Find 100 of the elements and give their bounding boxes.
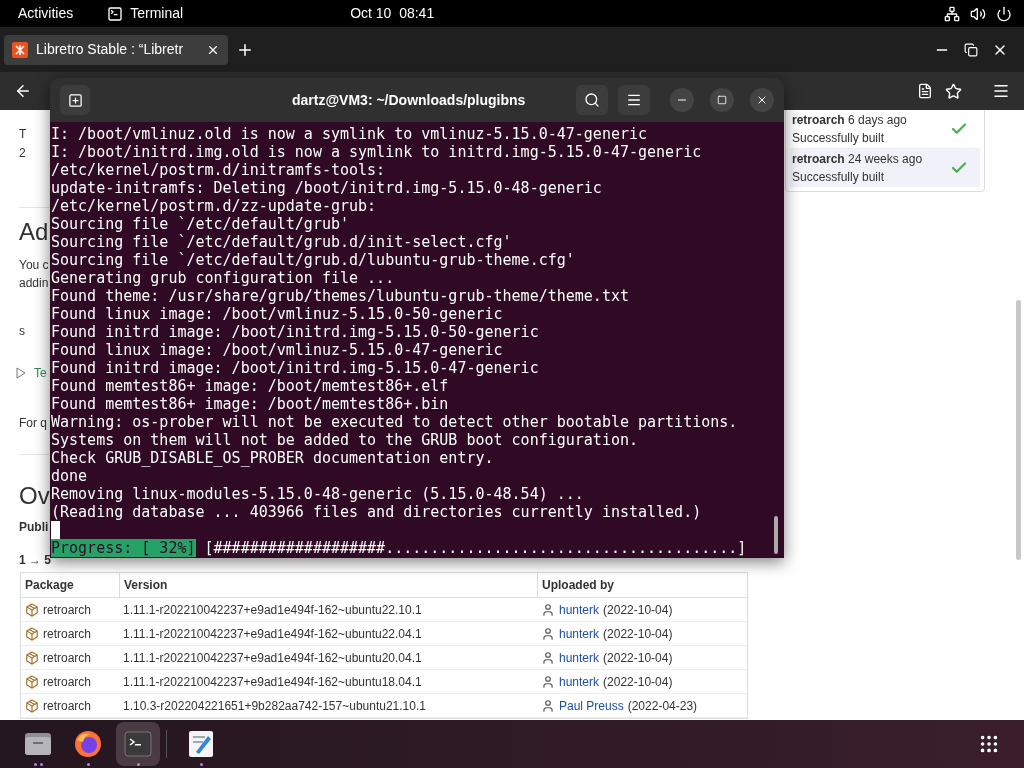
disclosure-triangle-icon[interactable] <box>16 367 26 379</box>
page-text: addin <box>19 275 49 292</box>
section-heading: Ad <box>19 217 49 247</box>
maximize-button[interactable] <box>710 88 734 112</box>
menu-button[interactable] <box>618 85 650 115</box>
column-header: Version <box>119 573 537 597</box>
uploader-link[interactable]: hunterk <box>559 600 600 619</box>
table-cell-text: retroarch <box>43 601 92 619</box>
package-icon <box>25 602 39 617</box>
terminal-line: Systems on them will not be added to the GRUB boot configuration. <box>51 431 638 449</box>
app-grid-icon[interactable] <box>978 733 1000 755</box>
menu-icon <box>626 92 642 108</box>
user-icon <box>541 698 555 713</box>
browser-tab[interactable]: Libretro Stable : “Libretr <box>4 34 228 65</box>
table-cell-text: retroarch <box>43 697 92 715</box>
page-text: s <box>19 323 25 340</box>
build-title: retroarch 6 days ago <box>792 112 908 130</box>
terminal-line: Sourcing file `/etc/default/grub' <box>51 215 349 233</box>
table-cell-text: (2022-10-04) <box>603 673 673 691</box>
terminal-line: Sourcing file `/etc/default/grub.d/lubuntu-grub-theme.cfg' <box>51 251 575 269</box>
user-icon <box>541 602 555 617</box>
app-menu[interactable]: Terminal <box>130 3 184 24</box>
column-header: Package <box>24 577 75 594</box>
close-button[interactable] <box>750 88 774 112</box>
site-icon <box>12 41 28 58</box>
terminal-line: /etc/kernel/postrm.d/initramfs-tools: <box>51 161 386 179</box>
close-icon <box>756 94 768 106</box>
table-cell-text: 1.10.3-r202204221651+9b282aa742-157~ubuntu21.10.1 <box>122 697 427 715</box>
uploader-link[interactable]: hunterk <box>559 624 600 643</box>
clock[interactable]: Oct 10 08:41 <box>350 3 435 24</box>
uploader-link[interactable]: hunterk <box>559 648 600 667</box>
activities-button[interactable]: Activities <box>18 3 74 24</box>
table-cell-text: 1.11.1-r202210042237+e9ad1e494f-162~ubuntu22.04.1 <box>122 625 423 643</box>
package-icon <box>25 626 39 641</box>
progress-bar-text: [###################.......................................] <box>203 539 747 557</box>
terminal-line: (Reading database ... 403966 files and directories currently installed.) <box>51 503 702 521</box>
browser-icon <box>74 730 102 758</box>
package-icon <box>25 650 39 665</box>
power-icon[interactable] <box>996 5 1012 22</box>
search-icon <box>584 92 600 108</box>
table-cell-text: (2022-10-04) <box>603 601 673 619</box>
search-button[interactable] <box>576 85 608 115</box>
network-icon[interactable] <box>944 5 960 22</box>
package-icon <box>25 698 39 713</box>
terminal-scrollbar[interactable] <box>774 516 778 554</box>
page-text: Publi <box>19 519 49 536</box>
terminal-cursor <box>51 521 60 539</box>
table-cell-text: (2022-10-04) <box>603 649 673 667</box>
new-tab-button[interactable] <box>60 85 90 115</box>
progress-label: Progress: [ 32%] <box>51 539 196 557</box>
page-text: T <box>19 126 27 143</box>
terminal-line: Warning: os-prober will not be executed to detect other bootable partitions. <box>51 413 738 431</box>
column-header: Uploaded by <box>537 573 747 597</box>
terminal-line: Found initrd image: /boot/initrd.img-5.15.0-50-generic <box>51 323 539 341</box>
table-cell-text: (2022-10-04) <box>603 625 673 643</box>
terminal-line: Found linux image: /boot/vmlinuz-5.15.0-47-generic <box>51 341 503 359</box>
terminal-line: Found memtest86+ image: /boot/memtest86+.bin <box>51 395 449 413</box>
page-text: You c <box>19 257 49 274</box>
table-cell-text: (2022-04-23) <box>627 697 698 715</box>
terminal-line: update-initramfs: Deleting /boot/initrd.img-5.15.0-48-generic <box>51 179 602 197</box>
uploader-link[interactable]: hunterk <box>559 672 600 691</box>
table-cell-text: retroarch <box>43 625 92 643</box>
expander-link[interactable]: Te <box>34 364 47 382</box>
terminal-line: Found memtest86+ image: /boot/memtest86+.elf <box>51 377 449 395</box>
back-icon[interactable] <box>14 82 32 100</box>
terminal-line: Found initrd image: /boot/initrd.img-5.15.0-47-generic <box>51 359 539 377</box>
user-icon <box>541 650 555 665</box>
window-title: dartz@VM3: ~/Downloads/plugibns <box>292 90 526 110</box>
terminal-line: I: /boot/initrd.img.old is now a symlink to initrd.img-5.15.0-47-generic <box>51 143 702 161</box>
page-text: For q <box>19 415 47 432</box>
table-cell-text: 1.11.1-r202210042237+e9ad1e494f-162~ubuntu18.04.1 <box>122 673 423 691</box>
text-editor-icon <box>188 730 214 758</box>
terminal-icon <box>124 731 152 757</box>
terminal-line: /etc/kernel/postrm.d/zz-update-grub: <box>51 197 377 215</box>
terminal-line: Removing linux-modules-5.15.0-48-generic (5.15.0-48.54) ... <box>51 485 584 503</box>
menu-icon[interactable] <box>992 82 1010 100</box>
table-cell-text: retroarch <box>43 649 92 667</box>
section-heading: Ov <box>19 481 50 511</box>
maximize-icon <box>717 95 727 105</box>
terminal-line: Sourcing file `/etc/default/grub.d/init-select.cfg' <box>51 233 512 251</box>
build-status: Successfully built <box>792 130 886 148</box>
build-status: Successfully built <box>792 169 886 187</box>
terminal-line: I: /boot/vmlinuz.old is now a symlink to vmlinuz-5.15.0-47-generic <box>51 125 648 143</box>
minimize-button[interactable] <box>670 88 694 112</box>
scrollbar[interactable] <box>1016 300 1021 560</box>
uploader-link[interactable]: Paul Preuss <box>559 696 624 715</box>
build-title: retroarch 24 weeks ago <box>792 151 924 169</box>
restore-icon[interactable] <box>964 42 978 57</box>
tab-title: Libretro Stable : “Libretr <box>36 40 185 59</box>
user-icon <box>541 626 555 641</box>
user-icon <box>541 674 555 689</box>
reader-view-icon[interactable] <box>917 83 933 99</box>
table-cell-text: 1.11.1-r202210042237+e9ad1e494f-162~ubuntu22.10.1 <box>122 601 423 619</box>
table-cell-text: retroarch <box>43 673 92 691</box>
new-tab-icon <box>67 92 83 108</box>
bookmark-star-icon[interactable] <box>945 82 962 100</box>
terminal-line: Found linux image: /boot/vmlinuz-5.15.0-50-generic <box>51 305 503 323</box>
page-text: 1 → 5 <box>19 552 51 569</box>
terminal-line: done <box>51 467 88 485</box>
volume-icon[interactable] <box>970 5 986 22</box>
